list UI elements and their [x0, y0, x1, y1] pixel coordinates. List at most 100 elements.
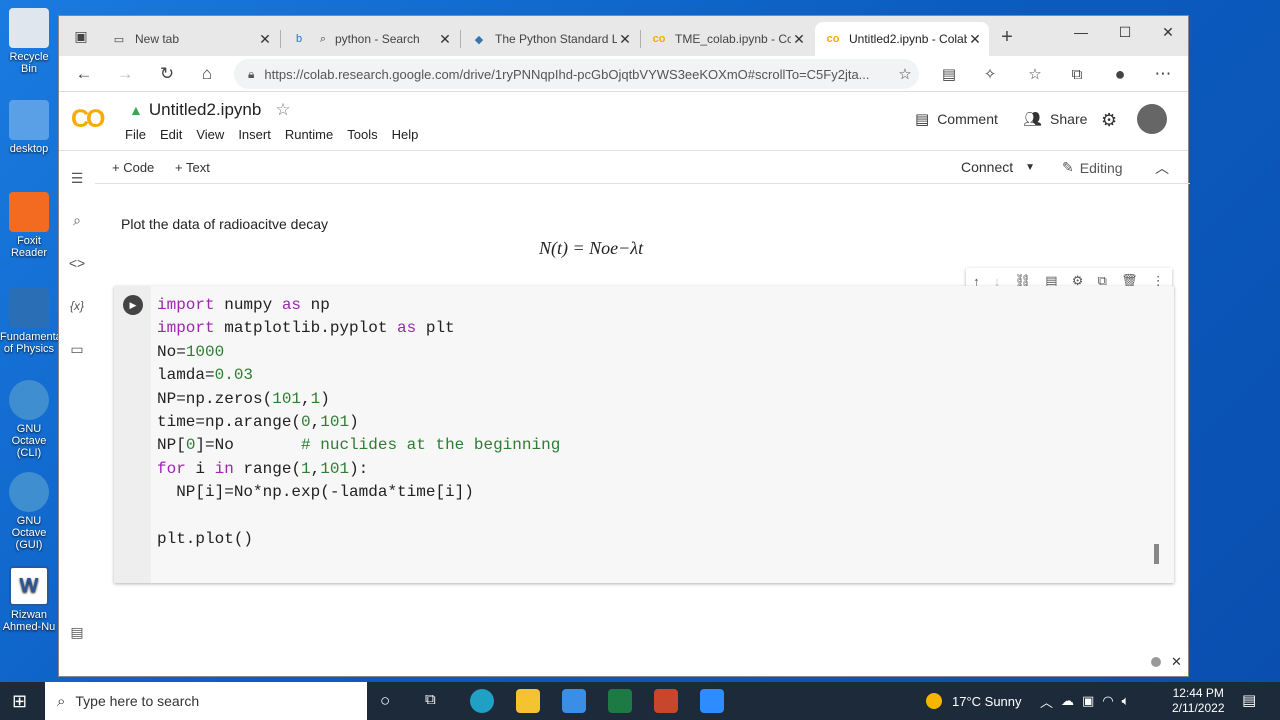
- reload-icon[interactable]: ↻: [155, 62, 179, 86]
- new-tab-button[interactable]: +: [995, 25, 1019, 49]
- clock[interactable]: 12:44 PM 2/11/2022: [1172, 686, 1225, 716]
- menu-insert[interactable]: Insert: [238, 127, 271, 142]
- editing-mode-button[interactable]: ✎ Editing: [1062, 159, 1123, 176]
- close-icon[interactable]: ✕: [437, 31, 453, 48]
- code-editor[interactable]: import numpy as np import matplotlib.pypl…: [157, 294, 560, 551]
- comment-icon: ▤: [915, 111, 930, 128]
- close-icon[interactable]: ✕: [791, 31, 807, 48]
- task-view-icon[interactable]: ⧉: [425, 691, 436, 708]
- close-window-button[interactable]: ✕: [1153, 24, 1183, 41]
- close-icon[interactable]: ✕: [967, 31, 983, 48]
- address-bar[interactable]: 🔒︎ https://colab.research.google.com/dri…: [234, 59, 919, 89]
- excel-icon[interactable]: [608, 689, 632, 713]
- close-icon[interactable]: ✕: [1171, 654, 1182, 670]
- star-icon[interactable]: ☆: [275, 100, 290, 120]
- left-sidebar: ☰ ⌕ <> {x} ▭ ▤: [59, 152, 95, 652]
- file-explorer-icon[interactable]: [516, 689, 540, 713]
- menu-runtime[interactable]: Runtime: [285, 127, 333, 142]
- code-snippets-icon[interactable]: <>: [67, 253, 87, 273]
- menu-edit[interactable]: Edit: [160, 127, 182, 142]
- tab-bar: ▣ ▭ New tab ✕ b ⌕ python - Search ✕ ◆ Th…: [59, 16, 1188, 56]
- extension-icon[interactable]: ▤: [937, 62, 961, 86]
- desktop-icon-octave-cli[interactable]: GNU Octave (CLI): [0, 380, 58, 459]
- more-menu-icon[interactable]: ⋯: [1151, 62, 1175, 86]
- zoom-icon[interactable]: [700, 689, 724, 713]
- pencil-icon: ✎: [1062, 159, 1074, 175]
- variables-icon[interactable]: {x}: [67, 296, 87, 316]
- home-icon[interactable]: ⌂: [195, 62, 219, 86]
- status-dot: [1151, 657, 1161, 667]
- code-line: import numpy as np: [157, 296, 330, 314]
- colab-logo[interactable]: CO: [71, 105, 105, 134]
- search-icon: ⌕: [319, 32, 327, 45]
- code-cell[interactable]: ▶ import numpy as np import matplotlib.py…: [114, 286, 1174, 583]
- browser-toolbar: ← → ↻ ⌂ 🔒︎ https://colab.research.google…: [59, 56, 1188, 92]
- avatar[interactable]: [1137, 104, 1167, 134]
- maximize-button[interactable]: ☐: [1110, 24, 1140, 41]
- store-icon[interactable]: [562, 689, 586, 713]
- menu-tools[interactable]: Tools: [347, 127, 377, 142]
- desktop-icon-octave-gui[interactable]: GNU Octave (GUI): [0, 472, 58, 551]
- favorite-star-icon[interactable]: ☆: [893, 62, 917, 86]
- puzzle-icon[interactable]: ✧: [978, 62, 1002, 86]
- powerpoint-icon[interactable]: [654, 689, 678, 713]
- system-tray-icons[interactable]: ︿ ☁ ▣ ◠ 🔈︎: [1040, 682, 1129, 720]
- code-line: NP=np.zeros(101,1): [157, 389, 330, 408]
- code-line: for i in range(1,101):: [157, 459, 369, 478]
- close-icon[interactable]: ✕: [257, 31, 273, 48]
- code-line: NP[0]=No # nuclides at the beginning: [157, 436, 561, 455]
- files-folder-icon[interactable]: ▭: [67, 339, 87, 359]
- chevron-down-icon: ▼: [1025, 161, 1036, 173]
- share-button[interactable]: 👥︎ Share: [1023, 110, 1087, 128]
- code-line: NP[i]=No*np.exp(-lamda*time[i]): [157, 483, 474, 502]
- colab-header: CO ▲ Untitled2.ipynb ☆ File Edit View In…: [59, 93, 1188, 151]
- taskbar-search[interactable]: ⌕ Type here to search: [45, 682, 367, 720]
- menu-file[interactable]: File: [125, 127, 146, 142]
- chevron-up-icon[interactable]: ︿: [1155, 158, 1169, 178]
- back-icon[interactable]: ←: [72, 62, 96, 86]
- favorites-icon[interactable]: ☆: [1023, 62, 1047, 86]
- menu-view[interactable]: View: [196, 127, 224, 142]
- desktop-icon-word-doc[interactable]: W Rizwan Ahmed-Nu: [0, 566, 58, 633]
- add-text-button[interactable]: + Text: [175, 160, 210, 175]
- network-icon: ▣: [1082, 693, 1095, 708]
- scrollbar-thumb[interactable]: [1154, 544, 1159, 564]
- connect-button[interactable]: Connect ▼: [961, 159, 1035, 175]
- edge-icon[interactable]: [470, 689, 494, 713]
- text-cell[interactable]: Plot the data of radioacitve decay: [121, 216, 328, 232]
- notebook-title[interactable]: ▲ Untitled2.ipynb ☆: [129, 100, 291, 120]
- cortana-icon[interactable]: ○: [380, 691, 390, 711]
- tab-python-standard-library[interactable]: ◆ The Python Standard Li ✕: [461, 22, 639, 56]
- tab-tme-colab[interactable]: co TME_colab.ipynb - Colab ✕: [641, 22, 813, 56]
- run-cell-button[interactable]: ▶: [123, 295, 143, 315]
- comment-button[interactable]: ▤ Comment: [915, 110, 998, 128]
- close-icon[interactable]: ✕: [617, 31, 633, 48]
- forward-icon[interactable]: →: [113, 62, 137, 86]
- profile-icon[interactable]: ●: [1108, 62, 1132, 86]
- terminal-icon[interactable]: ▤: [67, 622, 87, 642]
- notification-icon[interactable]: ▤: [1242, 691, 1256, 709]
- tab-actions-icon[interactable]: ▣: [69, 24, 93, 48]
- desktop-icon-recycle-bin[interactable]: Recycle Bin: [0, 8, 58, 75]
- minimize-button[interactable]: —: [1066, 24, 1096, 40]
- tab-untitled2-colab[interactable]: co Untitled2.ipynb - Colab ✕: [815, 22, 989, 56]
- code-line: import matplotlib.pyplot as plt: [157, 319, 455, 338]
- settings-gear-icon[interactable]: ⚙: [1101, 110, 1117, 131]
- volume-icon: 🔈︎: [1121, 693, 1130, 708]
- collections-icon[interactable]: ⧉: [1065, 62, 1089, 86]
- windows-start-icon[interactable]: ⊞: [12, 691, 27, 712]
- table-of-contents-icon[interactable]: ☰: [67, 168, 87, 188]
- python-icon: ◆: [474, 33, 484, 46]
- octave-icon: [9, 380, 49, 420]
- weather-widget[interactable]: 17°C Sunny: [926, 682, 1022, 720]
- tab-python-search[interactable]: b ⌕ python - Search ✕: [281, 22, 459, 56]
- add-code-button[interactable]: + Code: [112, 160, 154, 175]
- drive-icon: ▲: [129, 102, 143, 118]
- tab-new-tab[interactable]: ▭ New tab ✕: [101, 22, 279, 56]
- search-icon[interactable]: ⌕: [67, 210, 87, 230]
- desktop-icon-foxit[interactable]: Foxit Reader: [0, 192, 58, 259]
- menu-help[interactable]: Help: [392, 127, 419, 142]
- desktop-icon-fundamentals[interactable]: Fundamentals of Physics: [0, 288, 70, 355]
- desktop-icon-desktop[interactable]: desktop: [0, 100, 58, 155]
- menu-bar: File Edit View Insert Runtime Tools Help: [125, 127, 432, 142]
